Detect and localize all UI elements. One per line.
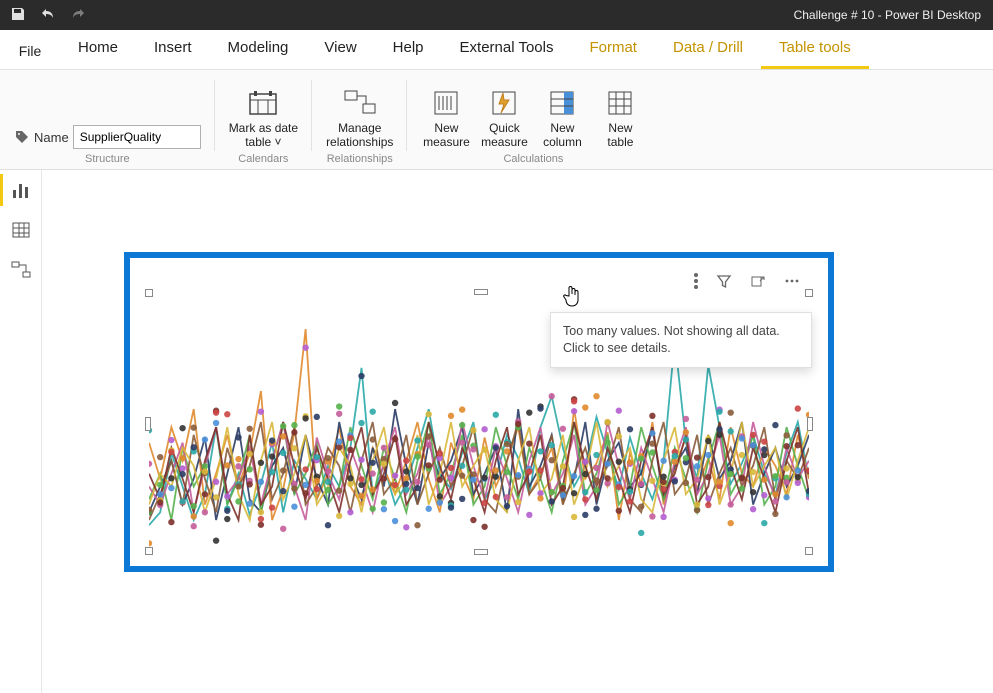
resize-handle[interactable]: [805, 289, 813, 297]
resize-handle[interactable]: [807, 417, 813, 431]
focus-mode-icon[interactable]: [748, 271, 768, 291]
new-table-icon: [604, 89, 636, 117]
info-icon[interactable]: [692, 270, 700, 292]
visual-frame[interactable]: Too many values. Not showing all data. C…: [124, 252, 834, 572]
bar-chart-icon: [11, 180, 31, 200]
tab-table-tools[interactable]: Table tools: [761, 29, 869, 69]
resize-handle[interactable]: [474, 289, 488, 295]
tab-data-drill[interactable]: Data / Drill: [655, 29, 761, 69]
calendar-icon: [247, 89, 279, 117]
new-column-icon: [546, 89, 578, 117]
new-measure-button[interactable]: New measure: [421, 81, 471, 149]
ribbon-group-calendars: Mark as date table ˅ Calendars: [215, 70, 312, 169]
group-label-structure: Structure: [85, 153, 130, 167]
ribbon-group-structure: Name Structure: [0, 70, 215, 169]
model-view-button[interactable]: [0, 250, 41, 290]
group-label-calculations: Calculations: [503, 153, 563, 167]
group-label-relationships: Relationships: [327, 153, 393, 167]
resize-handle[interactable]: [474, 549, 488, 555]
ribbon-group-calculations: New measure Quick measure New column New…: [407, 70, 659, 169]
quick-measure-icon: [488, 89, 520, 117]
window-title: Challenge # 10 - Power BI Desktop: [794, 8, 993, 22]
tab-format[interactable]: Format: [571, 29, 655, 69]
quick-measure-label: Quick measure: [481, 121, 528, 149]
resize-handle[interactable]: [145, 417, 151, 431]
more-options-icon[interactable]: [782, 271, 802, 291]
titlebar: Challenge # 10 - Power BI Desktop: [0, 0, 993, 30]
tooltip-text: Too many values. Not showing all data. C…: [563, 324, 780, 355]
ribbon-group-relationships: Manage relationships Relationships: [312, 70, 407, 169]
data-view-button[interactable]: [0, 210, 41, 250]
resize-handle[interactable]: [145, 547, 153, 555]
new-column-label: New column: [543, 121, 582, 149]
name-label: Name: [34, 130, 69, 145]
tab-file[interactable]: File: [0, 33, 60, 69]
tag-icon: [14, 129, 30, 145]
filter-icon[interactable]: [714, 271, 734, 291]
tab-view[interactable]: View: [306, 29, 374, 69]
ribbon-tabs: File Home Insert Modeling View Help Exte…: [0, 30, 993, 70]
tab-modeling[interactable]: Modeling: [210, 29, 307, 69]
report-view-button[interactable]: [0, 170, 41, 210]
table-icon: [11, 220, 31, 240]
group-label-calendars: Calendars: [238, 153, 288, 167]
manage-relationships-button[interactable]: Manage relationships: [326, 81, 393, 149]
warning-tooltip[interactable]: Too many values. Not showing all data. C…: [550, 312, 812, 368]
manage-relationships-label: Manage relationships: [326, 121, 393, 149]
undo-icon[interactable]: [40, 6, 56, 25]
model-icon: [11, 260, 31, 280]
hand-cursor-icon: [562, 284, 582, 311]
report-canvas[interactable]: Too many values. Not showing all data. C…: [42, 170, 993, 693]
new-table-button[interactable]: New table: [595, 81, 645, 149]
save-icon[interactable]: [10, 6, 26, 25]
relationships-icon: [344, 89, 376, 117]
mark-as-date-table-button[interactable]: Mark as date table ˅: [229, 81, 298, 149]
visual-header-toolbar: [692, 270, 802, 292]
redo-icon[interactable]: [70, 6, 86, 25]
tab-external-tools[interactable]: External Tools: [442, 29, 572, 69]
tab-help[interactable]: Help: [375, 29, 442, 69]
resize-handle[interactable]: [145, 289, 153, 297]
name-input[interactable]: [73, 125, 201, 149]
ribbon: Name Structure Mark as date table ˅ Cale…: [0, 70, 993, 170]
new-measure-label: New measure: [423, 121, 470, 149]
tab-insert[interactable]: Insert: [136, 29, 210, 69]
tab-home[interactable]: Home: [60, 29, 136, 69]
quick-measure-button[interactable]: Quick measure: [479, 81, 529, 149]
measure-icon: [430, 89, 462, 117]
new-column-button[interactable]: New column: [537, 81, 587, 149]
mark-as-date-label: Mark as date table ˅: [229, 121, 298, 149]
left-rail: [0, 170, 42, 693]
resize-handle[interactable]: [805, 547, 813, 555]
new-table-label: New table: [607, 121, 633, 149]
